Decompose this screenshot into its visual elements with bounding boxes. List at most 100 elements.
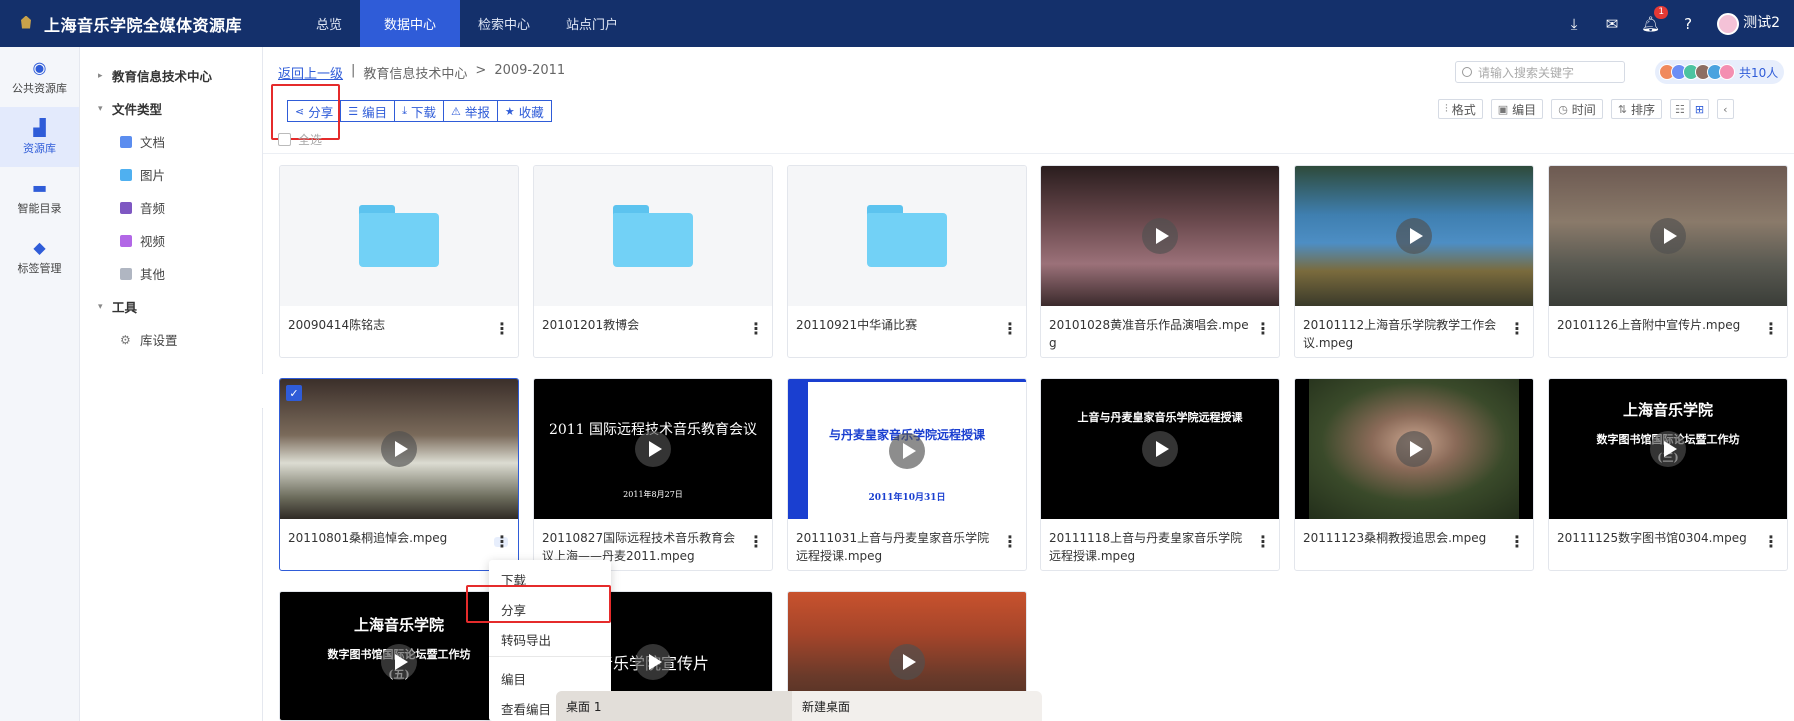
user-menu[interactable]: 测试2: [1717, 12, 1780, 35]
sort-label: 排序: [1631, 102, 1656, 117]
video-thumbnail: 上音与丹麦皇家音乐学院远程授课: [1041, 379, 1279, 519]
file-card[interactable]: 20101126上音附中宣传片.mpeg ⋮: [1548, 165, 1788, 358]
play-icon[interactable]: [1396, 431, 1432, 467]
play-icon[interactable]: [381, 644, 417, 680]
play-icon[interactable]: [1650, 431, 1686, 467]
play-icon[interactable]: [381, 431, 417, 467]
play-icon[interactable]: [889, 432, 925, 469]
brand[interactable]: 上海音乐学院全媒体资源库: [0, 0, 298, 47]
time-filter-button[interactable]: ◷ 时间: [1551, 99, 1603, 119]
search-input[interactable]: 请输入搜索关键字: [1455, 61, 1625, 83]
nav-search-center[interactable]: 检索中心: [460, 0, 548, 47]
more-vert-icon[interactable]: ⋮: [748, 321, 764, 337]
tree-item-audio[interactable]: 音频: [80, 191, 262, 224]
file-card-selected[interactable]: ✓ 20110801桑桐追悼会.mpeg ⋮: [279, 378, 519, 571]
file-card[interactable]: 20110921中华诵比赛 ⋮: [787, 165, 1027, 358]
select-all[interactable]: 全选: [278, 131, 322, 148]
collapse-right-button[interactable]: ‹: [1717, 99, 1734, 119]
file-card[interactable]: 2011 国际远程技术音乐教育会议 2011年8月27日 20110827国际远…: [533, 378, 773, 571]
video-thumbnail: [280, 379, 518, 519]
tree-tools[interactable]: ▾ 工具: [80, 290, 262, 323]
play-icon[interactable]: [1142, 218, 1178, 254]
more-vert-icon[interactable]: ⋮: [494, 321, 510, 337]
more-vert-icon[interactable]: ⋮: [1509, 534, 1525, 550]
file-card[interactable]: 20101112上海音乐学院教学工作会议.mpeg ⋮: [1294, 165, 1534, 358]
download-icon: ⤓: [402, 104, 407, 117]
clock-icon: ◷: [1558, 102, 1568, 116]
menu-item-catalog[interactable]: 编目: [489, 663, 611, 693]
tree-item-document[interactable]: 文档: [80, 125, 262, 158]
catalog-button[interactable]: ☰ 编目: [340, 100, 396, 122]
back-link[interactable]: 返回上一级: [278, 63, 343, 82]
school-logo-icon: [18, 14, 34, 34]
sort-button[interactable]: ⇅ 排序: [1610, 99, 1663, 119]
play-icon[interactable]: [1142, 431, 1178, 467]
desktop-1[interactable]: 桌面 1: [556, 691, 792, 721]
rail-tag-management[interactable]: ◆ 标签管理: [0, 227, 79, 287]
rail-smart-catalog[interactable]: ▬ 智能目录: [0, 167, 79, 227]
tree-item-library-settings[interactable]: ⚙ 库设置: [80, 323, 262, 356]
more-vert-icon[interactable]: ⋮: [1763, 534, 1779, 550]
file-card[interactable]: 上海音乐学院 数字图书馆国际论坛暨工作坊 (三) 20111125数字图书馆03…: [1548, 378, 1788, 571]
more-vert-icon[interactable]: ⋮: [1509, 321, 1525, 337]
catalog-icon: ▣: [1497, 102, 1509, 116]
tree-root-label: 教育信息技术中心: [112, 69, 213, 84]
list-view-button[interactable]: ☷: [1670, 99, 1690, 119]
tree-file-types[interactable]: ▾ 文件类型: [80, 92, 262, 125]
rail-public-library[interactable]: ◉ 公共资源库: [0, 47, 79, 107]
more-vert-icon[interactable]: ⋮: [494, 534, 510, 550]
file-card[interactable]: 20090414陈铭志 ⋮: [279, 165, 519, 358]
tree-item-other[interactable]: 其他: [80, 257, 262, 290]
tree-item-label: 图片: [140, 168, 166, 183]
more-vert-icon[interactable]: ⋮: [1255, 534, 1271, 550]
tree-root[interactable]: ▸ 教育信息技术中心: [80, 59, 262, 92]
play-icon[interactable]: [635, 644, 671, 680]
select-all-checkbox[interactable]: [278, 133, 291, 146]
more-vert-icon[interactable]: ⋮: [1255, 321, 1271, 337]
format-filter-button[interactable]: ⫶ 格式: [1438, 99, 1483, 119]
breadcrumb-parent[interactable]: 教育信息技术中心: [363, 63, 467, 82]
more-vert-icon[interactable]: ⋮: [1002, 534, 1018, 550]
report-label: 举报: [464, 104, 490, 120]
file-card[interactable]: 上音与丹麦皇家音乐学院远程授课 20111118上音与丹麦皇家音乐学院远程授课.…: [1040, 378, 1280, 571]
bell-icon[interactable]: 🔔︎ 1: [1641, 5, 1669, 33]
download-label: 下载: [411, 104, 437, 120]
favorite-label: 收藏: [518, 104, 544, 120]
file-card[interactable]: 20101028黄准音乐作品演唱会.mpeg ⋮: [1040, 165, 1280, 358]
menu-item-transcode-export[interactable]: 转码导出: [489, 624, 611, 654]
play-icon[interactable]: [1650, 218, 1686, 254]
file-card[interactable]: 与丹麦皇家音乐学院远程授课 2011年10月31日 20111031上音与丹麦皇…: [787, 378, 1027, 571]
document-icon: [120, 135, 132, 148]
folder-thumbnail: [788, 166, 1026, 306]
video-thumbnail: [1295, 166, 1533, 306]
check-icon[interactable]: ✓: [286, 385, 302, 401]
grid-view-icon: ⊞: [1694, 102, 1705, 116]
more-vert-icon[interactable]: ⋮: [1763, 321, 1779, 337]
breadcrumb: 返回上一级 | 教育信息技术中心 > 2009-2011: [278, 63, 565, 82]
menu-divider: [489, 656, 611, 657]
download-button[interactable]: ⤓ 下载: [394, 100, 445, 122]
rail-resource-library[interactable]: ▟ 资源库: [0, 107, 79, 167]
play-icon[interactable]: [1396, 218, 1432, 254]
more-vert-icon[interactable]: ⋮: [1002, 321, 1018, 337]
nav-site-portal[interactable]: 站点门户: [548, 0, 636, 47]
grid-view-button[interactable]: ⊞: [1689, 99, 1710, 119]
file-card[interactable]: 20101201教博会 ⋮: [533, 165, 773, 358]
more-vert-icon[interactable]: ⋮: [748, 534, 764, 550]
nav-overview[interactable]: 总览: [298, 0, 360, 47]
play-icon[interactable]: [889, 644, 925, 680]
tree-item-image[interactable]: 图片: [80, 158, 262, 191]
download-icon[interactable]: ⤓: [1565, 15, 1583, 33]
catalog-filter-label: 编目: [1512, 102, 1537, 117]
file-card[interactable]: 20111123桑桐教授追思会.mpeg ⋮: [1294, 378, 1534, 571]
tree-item-video[interactable]: 视频: [80, 224, 262, 257]
favorite-button[interactable]: ★ 收藏: [496, 100, 552, 122]
catalog-filter-button[interactable]: ▣ 编目: [1490, 99, 1544, 119]
nav-data-center[interactable]: 数据中心: [360, 0, 461, 47]
report-button[interactable]: ⚠ 举报: [443, 100, 498, 122]
help-icon[interactable]: ?: [1679, 15, 1697, 33]
play-icon[interactable]: [635, 431, 671, 467]
members-badge[interactable]: 共10人: [1655, 60, 1785, 84]
new-desktop[interactable]: 新建桌面: [792, 691, 850, 721]
mail-icon[interactable]: ✉: [1603, 15, 1621, 33]
